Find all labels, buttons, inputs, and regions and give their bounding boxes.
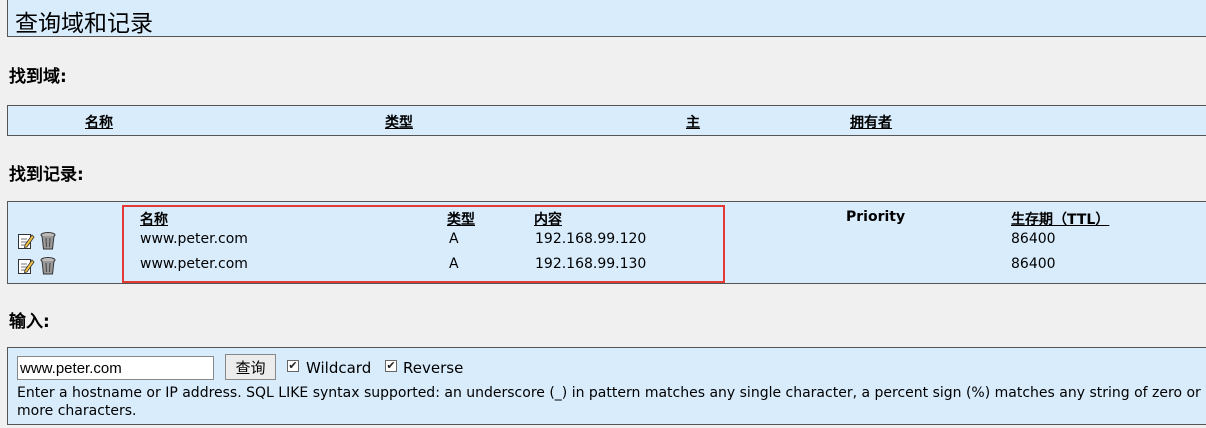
page-header: 查询域和记录 — [7, 0, 1206, 37]
domains-col-name[interactable]: 名称 — [85, 112, 113, 132]
domains-table: 名称 类型 主 拥有者 — [7, 105, 1206, 136]
edit-icon[interactable] — [17, 231, 35, 251]
trash-icon[interactable] — [39, 256, 57, 276]
search-input[interactable] — [17, 356, 214, 380]
search-button[interactable]: 查询 — [225, 354, 276, 380]
records-table: 名称 类型 内容 Priority 生存期（TTL） www.peter.com… — [7, 201, 1206, 284]
records-col-name[interactable]: 名称 — [140, 209, 168, 229]
reverse-label: Reverse — [403, 359, 464, 377]
domains-section-title: 找到域: — [9, 67, 67, 87]
domains-col-type[interactable]: 类型 — [385, 112, 413, 132]
edit-icon[interactable] — [17, 256, 35, 276]
table-row-actions — [17, 231, 57, 253]
record-content: 192.168.99.130 — [535, 256, 647, 272]
records-col-ttl[interactable]: 生存期（TTL） — [1011, 209, 1109, 229]
trash-icon[interactable] — [39, 231, 57, 251]
records-col-content[interactable]: 内容 — [534, 209, 562, 229]
records-col-priority: Priority — [846, 209, 906, 225]
records-section-title: 找到记录: — [9, 165, 84, 185]
wildcard-label: Wildcard — [306, 359, 372, 377]
domains-col-owner[interactable]: 拥有者 — [850, 112, 892, 132]
table-row-actions — [17, 256, 57, 278]
wildcard-checkbox[interactable]: ✔ — [287, 360, 299, 372]
records-col-type[interactable]: 类型 — [447, 209, 475, 229]
record-name: www.peter.com — [140, 231, 248, 247]
input-section-title: 输入: — [9, 312, 50, 332]
record-ttl: 86400 — [1011, 256, 1056, 272]
record-type: A — [449, 231, 459, 247]
domains-col-master[interactable]: 主 — [686, 112, 700, 132]
search-help-text: Enter a hostname or IP address. SQL LIKE… — [17, 385, 1201, 419]
record-type: A — [449, 256, 459, 272]
record-name: www.peter.com — [140, 256, 248, 272]
page-title: 查询域和记录 — [15, 11, 153, 37]
reverse-checkbox[interactable]: ✔ — [385, 360, 397, 372]
record-content: 192.168.99.120 — [535, 231, 647, 247]
record-ttl: 86400 — [1011, 231, 1056, 247]
